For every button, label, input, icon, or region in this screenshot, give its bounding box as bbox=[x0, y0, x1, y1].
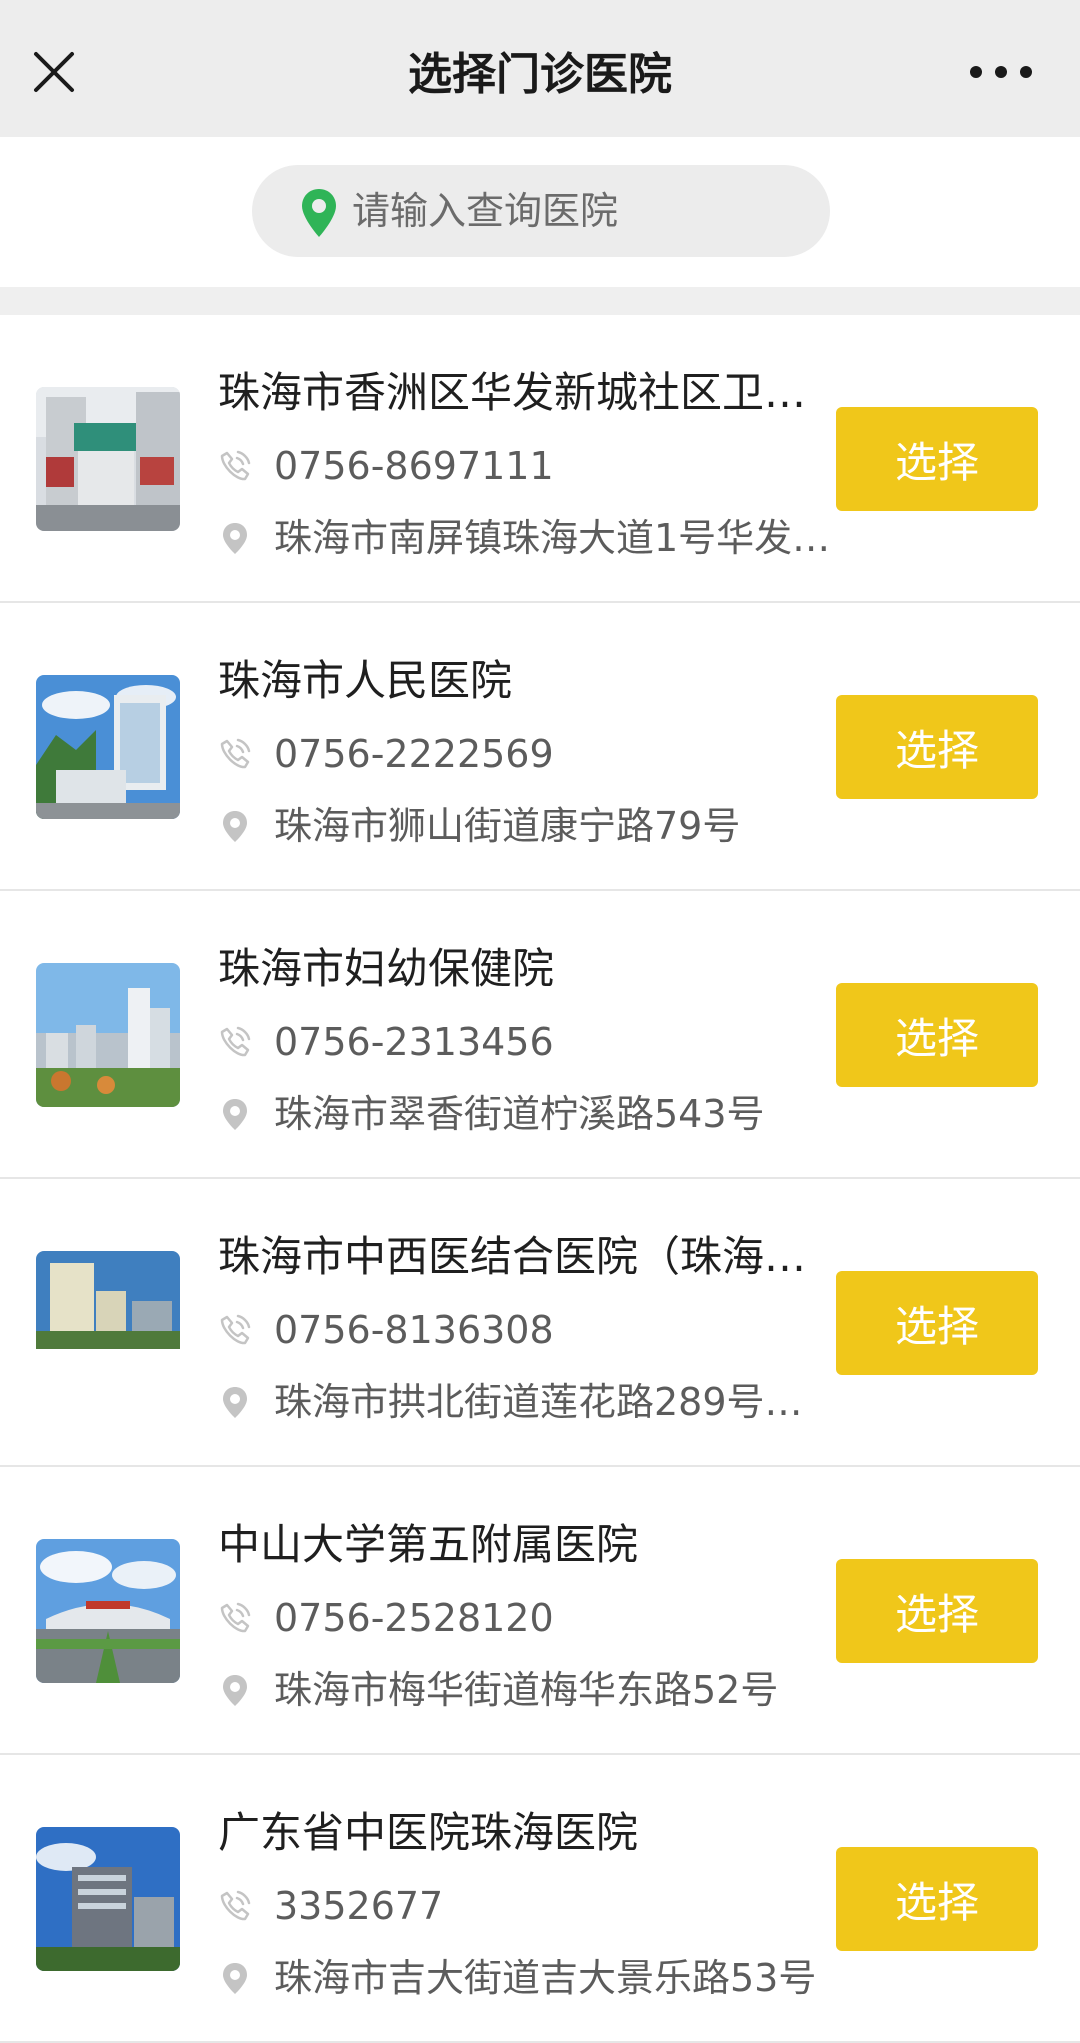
phone-row: 0756-2528120 bbox=[218, 1593, 858, 1643]
phone-row: 0756-8697111 bbox=[218, 441, 858, 491]
location-pin-icon bbox=[223, 1675, 247, 1706]
location-pin-icon bbox=[302, 189, 336, 237]
hospital-phone: 0756-2528120 bbox=[274, 1596, 554, 1640]
location-pin-icon bbox=[223, 1099, 247, 1130]
more-options-button[interactable] bbox=[966, 52, 1036, 92]
phone-icon bbox=[220, 1314, 251, 1345]
hospital-name: 珠海市人民医院 bbox=[218, 656, 513, 705]
close-button[interactable] bbox=[28, 46, 80, 98]
address-row: 珠海市梅华街道梅华东路52号 bbox=[218, 1665, 858, 1715]
hospital-name: 广东省中医院珠海医院 bbox=[218, 1808, 639, 1857]
hospital-list-item[interactable]: 中山大学第五附属医院 0756-2528120 珠海市梅华街道梅华东路52号 选… bbox=[0, 1467, 1080, 1755]
phone-icon bbox=[220, 738, 251, 769]
search-bar[interactable] bbox=[252, 165, 830, 257]
hospital-address: 珠海市梅华街道梅华东路52号 bbox=[274, 1668, 779, 1712]
hospital-photo bbox=[36, 387, 180, 531]
hospital-address: 珠海市吉大街道吉大景乐路53号 bbox=[274, 1956, 817, 2000]
hospital-list-item[interactable]: 珠海市人民医院 0756-2222569 珠海市狮山街道康宁路79号 选择 bbox=[0, 603, 1080, 891]
hospital-list-item[interactable]: 珠海市妇幼保健院 0756-2313456 珠海市翠香街道柠溪路543号 选择 bbox=[0, 891, 1080, 1179]
select-button[interactable]: 选择 bbox=[836, 1271, 1038, 1375]
hospital-address: 珠海市拱北街道莲花路289号… bbox=[274, 1380, 803, 1424]
hospital-address: 珠海市翠香街道柠溪路543号 bbox=[274, 1092, 765, 1136]
address-row: 珠海市狮山街道康宁路79号 bbox=[218, 801, 858, 851]
hospital-name: 珠海市妇幼保健院 bbox=[218, 944, 555, 993]
location-pin-icon bbox=[223, 1963, 247, 1994]
select-button[interactable]: 选择 bbox=[836, 983, 1038, 1087]
hospital-list-item[interactable]: 广东省中医院珠海医院 3352677 珠海市吉大街道吉大景乐路53号 选择 bbox=[0, 1755, 1080, 2043]
phone-row: 0756-2313456 bbox=[218, 1017, 858, 1067]
top-navigation-bar: 选择门诊医院 bbox=[0, 0, 1080, 137]
hospital-address: 珠海市南屏镇珠海大道1号华发… bbox=[274, 516, 831, 560]
address-row: 珠海市拱北街道莲花路289号… bbox=[218, 1377, 858, 1427]
phone-icon bbox=[220, 1602, 251, 1633]
phone-row: 0756-2222569 bbox=[218, 729, 858, 779]
phone-row: 3352677 bbox=[218, 1881, 858, 1931]
hospital-address: 珠海市狮山街道康宁路79号 bbox=[274, 804, 741, 848]
phone-icon bbox=[220, 1890, 251, 1921]
address-row: 珠海市南屏镇珠海大道1号华发… bbox=[218, 513, 858, 563]
hospital-search-input[interactable] bbox=[352, 165, 812, 257]
hospital-photo bbox=[36, 1827, 180, 1971]
hospital-name: 珠海市中西医结合医院（珠海… bbox=[218, 1232, 807, 1281]
hospital-photo bbox=[36, 963, 180, 1107]
select-button[interactable]: 选择 bbox=[836, 407, 1038, 511]
hospital-phone: 0756-8697111 bbox=[274, 444, 554, 488]
hospital-photo bbox=[36, 675, 180, 819]
select-button[interactable]: 选择 bbox=[836, 695, 1038, 799]
hospital-name: 珠海市香洲区华发新城社区卫… bbox=[218, 368, 807, 417]
location-pin-icon bbox=[223, 1387, 247, 1418]
hospital-name: 中山大学第五附属医院 bbox=[218, 1520, 639, 1569]
hospital-phone: 0756-2313456 bbox=[274, 1020, 554, 1064]
address-row: 珠海市翠香街道柠溪路543号 bbox=[218, 1089, 858, 1139]
hospital-phone: 0756-2222569 bbox=[274, 732, 554, 776]
phone-icon bbox=[220, 450, 251, 481]
hospital-photo bbox=[36, 1251, 180, 1395]
hospital-phone: 0756-8136308 bbox=[274, 1308, 554, 1352]
location-pin-icon bbox=[223, 523, 247, 554]
hospital-list-item[interactable]: 珠海市中西医结合医院（珠海… 0756-8136308 珠海市拱北街道莲花路28… bbox=[0, 1179, 1080, 1467]
search-area bbox=[0, 137, 1080, 287]
select-button[interactable]: 选择 bbox=[836, 1847, 1038, 1951]
address-row: 珠海市吉大街道吉大景乐路53号 bbox=[218, 1953, 858, 2003]
hospital-list-item[interactable]: 珠海市香洲区华发新城社区卫… 0756-8697111 珠海市南屏镇珠海大道1号… bbox=[0, 315, 1080, 603]
hospital-photo bbox=[36, 1539, 180, 1683]
section-divider bbox=[0, 287, 1080, 315]
more-dots-icon bbox=[970, 66, 1032, 78]
close-icon bbox=[34, 52, 74, 92]
phone-icon bbox=[220, 1026, 251, 1057]
hospital-phone: 3352677 bbox=[274, 1884, 444, 1928]
select-button[interactable]: 选择 bbox=[836, 1559, 1038, 1663]
location-pin-icon bbox=[223, 811, 247, 842]
phone-row: 0756-8136308 bbox=[218, 1305, 858, 1355]
hospital-list: 珠海市香洲区华发新城社区卫… 0756-8697111 珠海市南屏镇珠海大道1号… bbox=[0, 315, 1080, 2043]
page-title: 选择门诊医院 bbox=[408, 49, 672, 100]
